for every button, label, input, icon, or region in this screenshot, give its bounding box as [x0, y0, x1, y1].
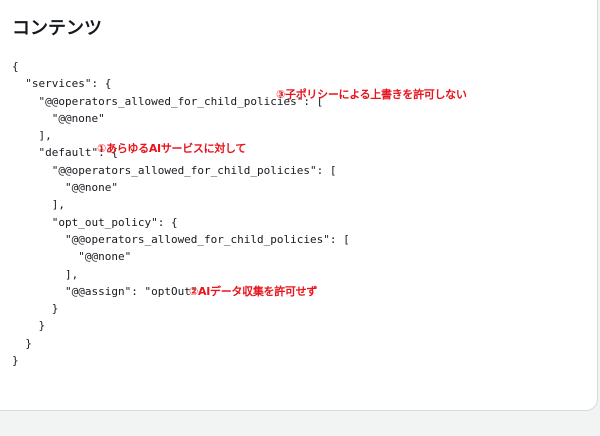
code-line-18: } [12, 354, 19, 368]
section-title: コンテンツ [12, 18, 102, 39]
code-line-13: ], [12, 267, 79, 281]
code-line-16: } [12, 319, 46, 333]
annotation-no-child-override: ③子ポリシーによる上書きを許可しない [276, 88, 467, 101]
code-line-7: "@@operators_allowed_for_child_policies"… [12, 163, 337, 177]
code-line-10: "opt_out_policy": { [12, 215, 178, 229]
code-line-4: "@@none" [12, 111, 105, 125]
code-line-15: } [12, 302, 59, 316]
code-line-1: { [12, 60, 19, 73]
code-line-11: "@@operators_allowed_for_child_policies"… [12, 232, 350, 246]
policy-code-block: { "services": { "@@operators_allowed_for… [12, 58, 350, 369]
code-line-17: } [12, 336, 32, 350]
content-panel: コンテンツ { "services": { "@@operators_allow… [0, 0, 598, 411]
annotation-all-ai-services: ①あらゆるAIサービスに対して [97, 142, 247, 155]
code-line-9: ], [12, 198, 65, 212]
code-line-12: "@@none" [12, 250, 132, 264]
code-line-8: "@@none" [12, 181, 118, 195]
annotation-disallow-ai-data-collection: ②AIデータ収集を許可せず [189, 285, 318, 298]
